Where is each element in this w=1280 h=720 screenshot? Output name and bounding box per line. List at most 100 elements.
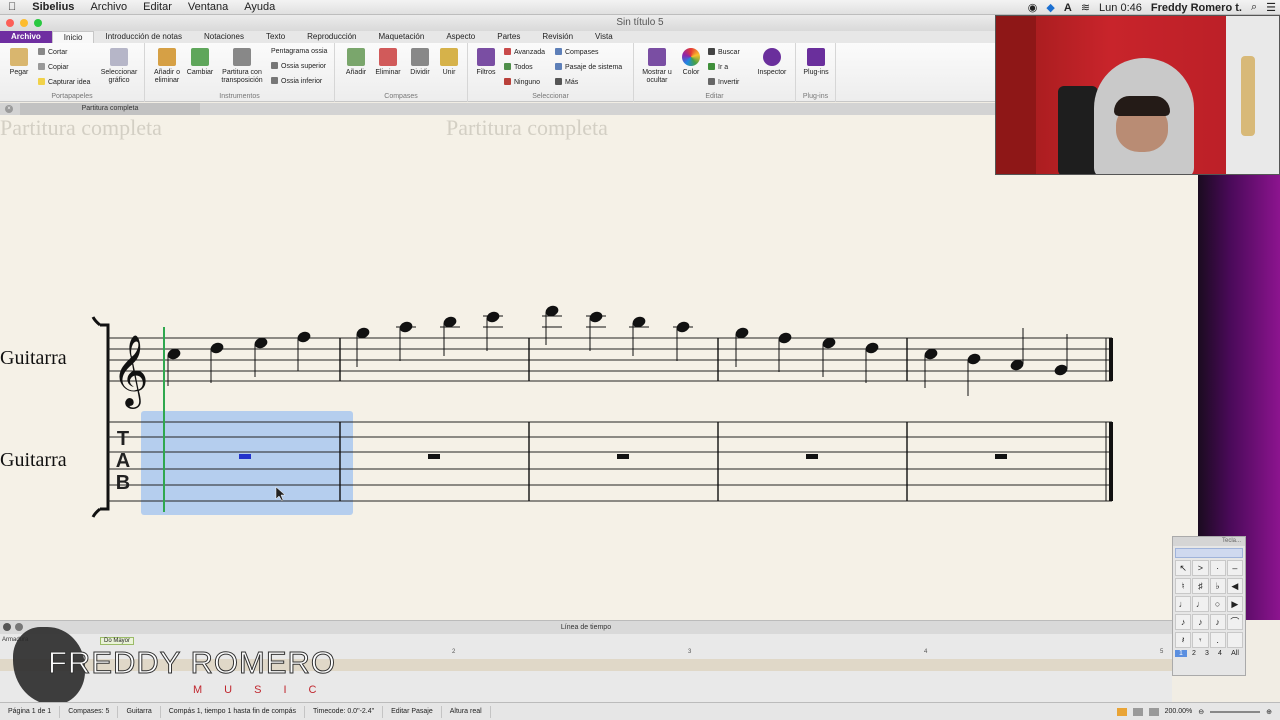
keypad-key[interactable]: ○ — [1209, 596, 1226, 612]
keypad-layout-selector[interactable] — [1175, 548, 1243, 558]
keypad-key[interactable]: ♪ — [1175, 614, 1192, 630]
tab-rest-bar1[interactable] — [239, 454, 251, 459]
ossia-above-button[interactable]: Ossia superior — [271, 62, 326, 71]
split-bar-button[interactable]: Dividir — [407, 48, 433, 77]
tab-introduccion-notas[interactable]: Introducción de notas — [94, 31, 193, 43]
keypad-key[interactable]: ♪ — [1192, 614, 1209, 630]
goto-button[interactable]: Ir a — [708, 63, 728, 72]
tab-rest-bar4[interactable] — [806, 454, 818, 459]
paste-button[interactable]: Pegar — [6, 48, 32, 77]
score-canvas[interactable]: Partitura completa Partitura completa Gu… — [0, 115, 1198, 620]
cut-button[interactable]: Cortar — [38, 48, 67, 57]
notes[interactable] — [167, 305, 1068, 396]
dropbox-icon[interactable]: ◆ — [1046, 1, 1054, 14]
keypad-key[interactable]: ♮ — [1175, 578, 1192, 594]
tab-partitura-completa[interactable]: Partitura completa — [20, 103, 200, 115]
advanced-filter-button[interactable]: Avanzada — [504, 48, 545, 57]
status-bars: Compases: 5 — [60, 705, 119, 718]
tab-aspecto[interactable]: Aspecto — [435, 31, 486, 43]
keypad-key[interactable]: – — [1226, 560, 1243, 576]
keypad-key[interactable]: ♯ — [1192, 578, 1209, 594]
tab-revision[interactable]: Revisión — [531, 31, 584, 43]
keypad-key[interactable]: 𝄽 — [1175, 632, 1192, 648]
record-icon[interactable]: ◉ — [1028, 1, 1038, 14]
select-more-button[interactable]: Más — [555, 78, 578, 87]
filters-button[interactable]: Filtros — [472, 48, 500, 77]
invert-button[interactable]: Invertir — [708, 78, 739, 87]
close-window-icon[interactable] — [6, 19, 14, 27]
menu-editar[interactable]: Editar — [135, 0, 180, 15]
menu-ayuda[interactable]: Ayuda — [236, 0, 283, 15]
view-mode-icon[interactable] — [1116, 707, 1127, 716]
transposing-score-button[interactable]: Partitura con transposición — [217, 48, 267, 85]
keypad-key[interactable]: ♩ — [1175, 596, 1192, 612]
select-graphic-button[interactable]: Seleccionar gráfico — [96, 48, 142, 85]
keypad-key[interactable]: · — [1209, 560, 1226, 576]
keypad-key[interactable]: . — [1209, 632, 1226, 648]
keypad-key[interactable]: ♪ — [1209, 614, 1226, 630]
close-tab-icon[interactable]: × — [5, 105, 13, 113]
inspector-button[interactable]: Inspector — [754, 48, 790, 77]
system-passage-button[interactable]: Pasaje de sistema — [555, 63, 622, 72]
plugins-button[interactable]: Plug-ins — [800, 48, 832, 77]
treble-clef-icon[interactable]: 𝄞 — [112, 333, 149, 409]
join-bar-button[interactable]: Unir — [437, 48, 461, 77]
ossia-below-button[interactable]: Ossia inferior — [271, 77, 322, 86]
color-button[interactable]: Color — [678, 48, 704, 77]
zoom-level[interactable]: 200.00% — [1165, 708, 1193, 715]
change-instrument-button[interactable]: Cambiar — [185, 48, 215, 77]
ossia-staff-button[interactable]: Pentagrama ossia — [271, 47, 327, 56]
tab-rest-bar5[interactable] — [995, 454, 1007, 459]
select-all-button[interactable]: Todos — [504, 63, 533, 72]
wifi-icon[interactable]: ≋ — [1081, 1, 1090, 14]
keypad-key[interactable]: ▶ — [1226, 596, 1243, 612]
view-mode-icon[interactable] — [1148, 707, 1159, 716]
zoom-out-icon[interactable]: ⊖ — [1198, 708, 1204, 716]
copy-button[interactable]: Copiar — [38, 63, 69, 72]
more-icon — [555, 78, 562, 85]
keypad-key[interactable]: > — [1192, 560, 1209, 576]
list-icon[interactable]: ☰ — [1266, 1, 1276, 14]
tab-inicio[interactable]: Inicio — [51, 31, 95, 43]
text-icon[interactable]: A — [1064, 2, 1072, 14]
tab-rest-bar2[interactable] — [428, 454, 440, 459]
add-remove-instrument-button[interactable]: Añadir o eliminar — [149, 48, 185, 85]
select-none-button[interactable]: Ninguno — [504, 78, 540, 87]
select-bars-button[interactable]: Compases — [555, 48, 598, 57]
find-button[interactable]: Buscar — [708, 48, 740, 57]
zoom-in-icon[interactable]: ⊕ — [1266, 708, 1272, 716]
search-icon[interactable]: ⌕ — [1251, 1, 1257, 14]
view-mode-icon[interactable] — [1132, 707, 1143, 716]
show-hide-button[interactable]: Mostrar u ocultar — [638, 48, 676, 85]
keypad-key[interactable]: ◀ — [1226, 578, 1243, 594]
delete-bar-button[interactable]: Eliminar — [373, 48, 403, 77]
user-name[interactable]: Freddy Romero t. — [1151, 2, 1242, 14]
tab-reproduccion[interactable]: Reproducción — [296, 31, 367, 43]
tab-partes[interactable]: Partes — [486, 31, 531, 43]
keypad-title: Tecla... — [1173, 537, 1245, 546]
select-bars-label: Compases — [565, 49, 599, 56]
tab-texto[interactable]: Texto — [255, 31, 296, 43]
tab-archivo[interactable]: Archivo — [0, 31, 52, 43]
keypad-key[interactable]: ⌒ — [1226, 614, 1243, 630]
add-bar-button[interactable]: Añadir — [343, 48, 369, 77]
apple-icon[interactable]:  — [0, 0, 24, 15]
keypad-key[interactable]: 𝄾 — [1192, 632, 1209, 648]
tab-rest-bar3[interactable] — [617, 454, 629, 459]
clock[interactable]: Lun 0:46 — [1099, 2, 1142, 14]
tab-notaciones[interactable]: Notaciones — [193, 31, 255, 43]
menu-archivo[interactable]: Archivo — [82, 0, 135, 15]
tab-maquetacion[interactable]: Maquetación — [368, 31, 436, 43]
keypad-key[interactable] — [1226, 632, 1243, 648]
keypad-key[interactable]: ♩ — [1192, 596, 1209, 612]
capture-idea-button[interactable]: Capturar idea — [38, 78, 90, 87]
menu-app[interactable]: Sibelius — [24, 0, 82, 15]
zoom-slider[interactable] — [1210, 710, 1261, 713]
tab-vista[interactable]: Vista — [584, 31, 624, 43]
select-more-label: Más — [565, 79, 579, 86]
keypad-key[interactable]: ♭ — [1209, 578, 1226, 594]
menu-ventana[interactable]: Ventana — [180, 0, 236, 15]
zoom-window-icon[interactable] — [34, 19, 42, 27]
minimize-window-icon[interactable] — [20, 19, 28, 27]
keypad-key[interactable]: ↖ — [1175, 560, 1192, 576]
